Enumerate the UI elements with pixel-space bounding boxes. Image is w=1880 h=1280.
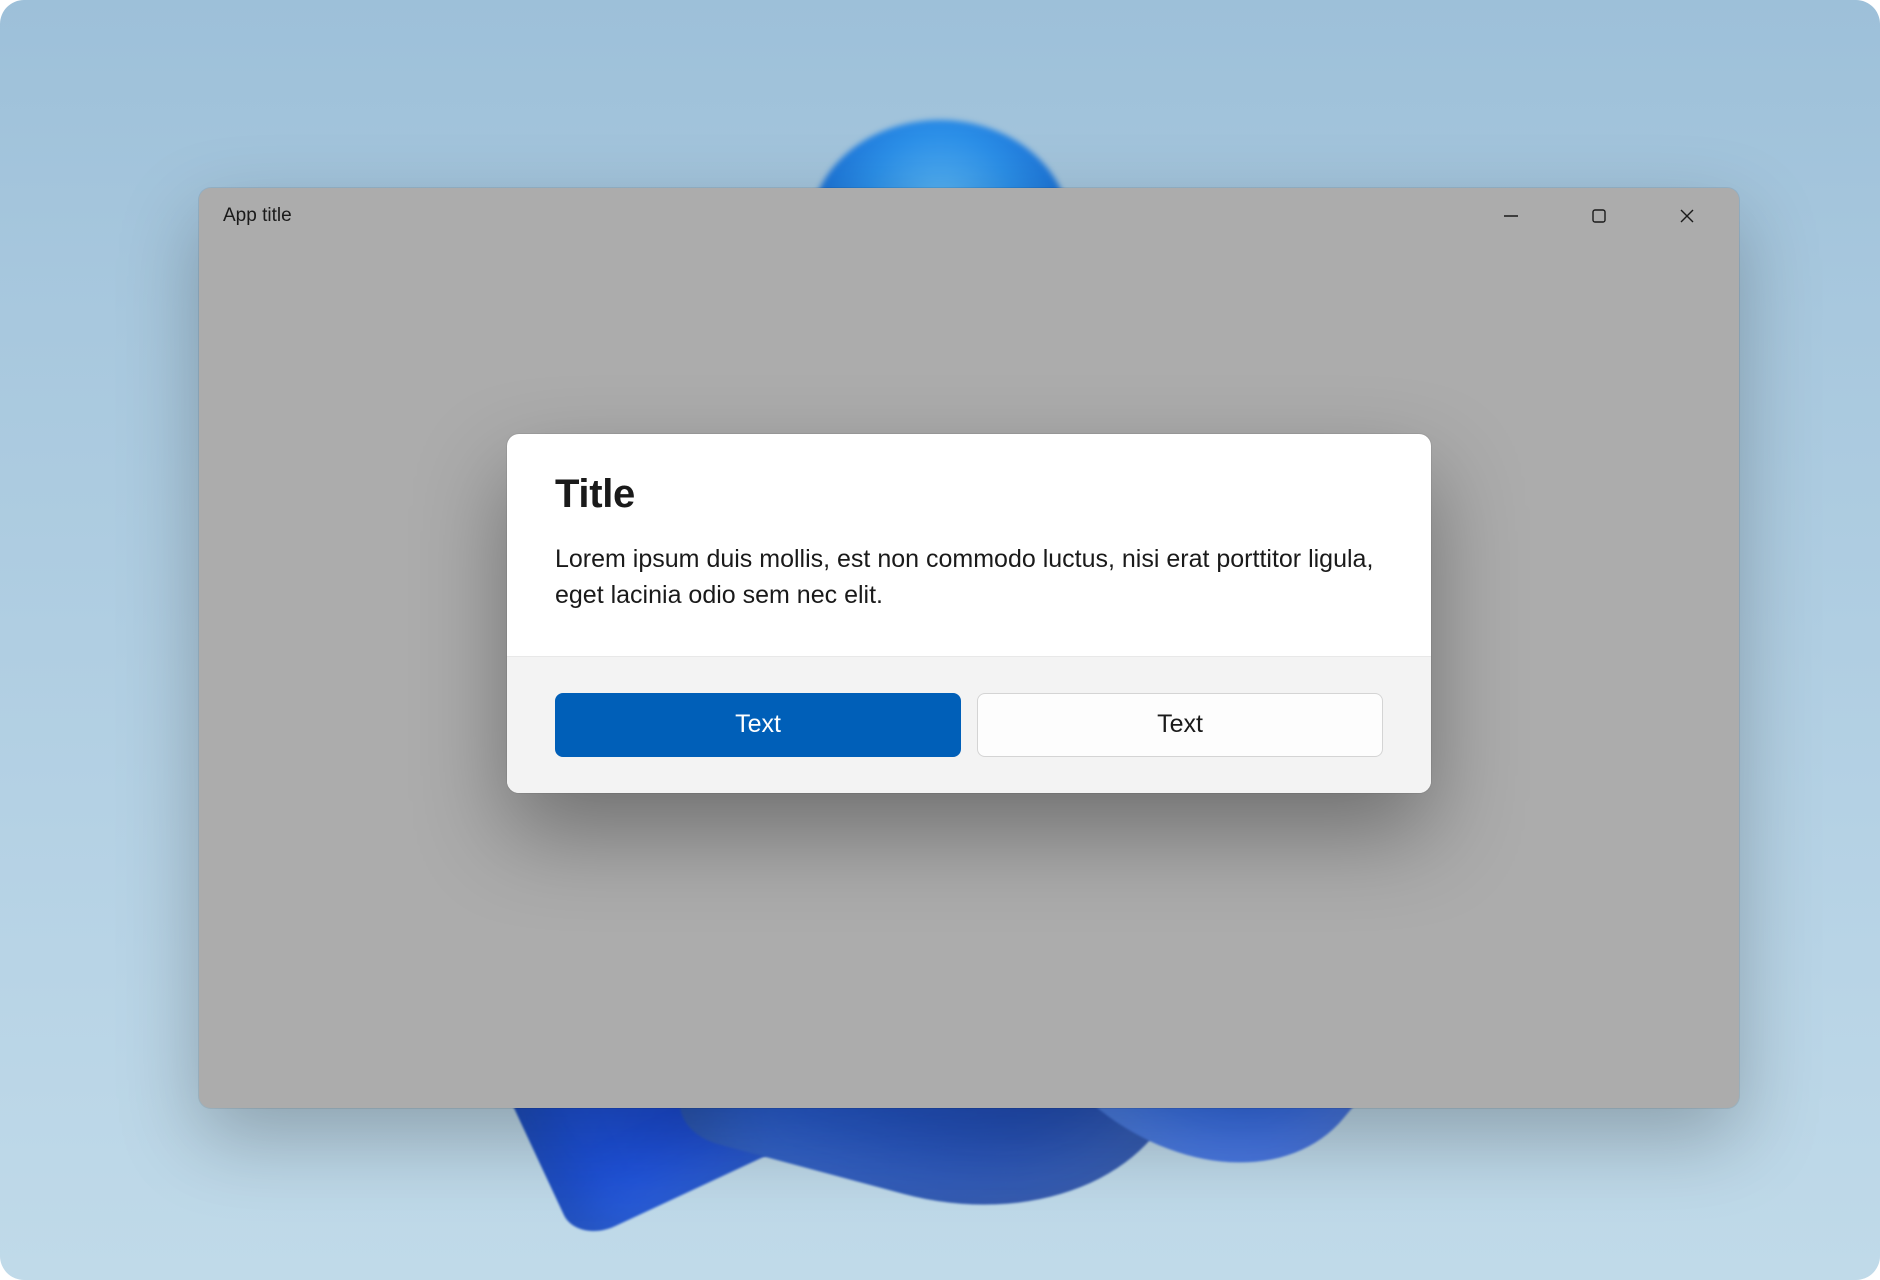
- close-button[interactable]: [1643, 188, 1731, 244]
- maximize-icon: [1591, 208, 1607, 224]
- app-window: App title: [199, 188, 1739, 1108]
- window-titlebar[interactable]: App title: [199, 188, 1739, 244]
- app-title: App title: [223, 205, 292, 227]
- close-icon: [1679, 208, 1695, 224]
- dialog-primary-button[interactable]: Text: [555, 693, 961, 757]
- dialog-footer: Text Text: [507, 656, 1431, 793]
- window-content-area: Title Lorem ipsum duis mollis, est non c…: [199, 244, 1739, 1108]
- dialog-secondary-button[interactable]: Text: [977, 693, 1383, 757]
- desktop-wallpaper: App title: [0, 0, 1880, 1280]
- dialog-title: Title: [555, 472, 1383, 517]
- dialog-body-text: Lorem ipsum duis mollis, est non commodo…: [555, 541, 1383, 614]
- dialog-body: Title Lorem ipsum duis mollis, est non c…: [507, 434, 1431, 656]
- caption-buttons: [1467, 188, 1739, 244]
- maximize-button[interactable]: [1555, 188, 1643, 244]
- content-dialog: Title Lorem ipsum duis mollis, est non c…: [507, 434, 1431, 793]
- minimize-icon: [1503, 208, 1519, 224]
- minimize-button[interactable]: [1467, 188, 1555, 244]
